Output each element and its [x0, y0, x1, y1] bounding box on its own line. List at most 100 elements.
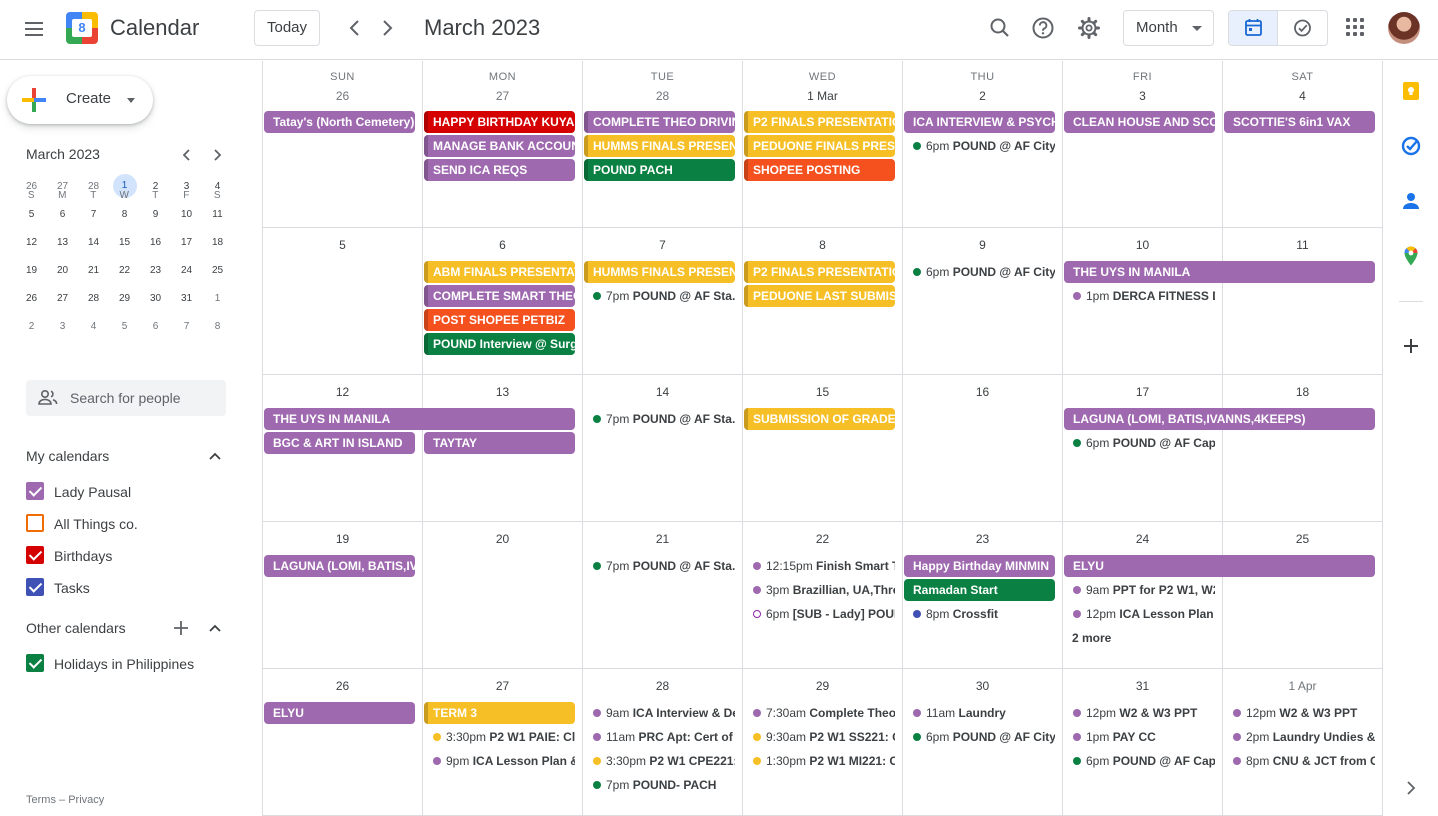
timed-event[interactable]: 7pm POUND @ AF Sta. Lucia — [583, 408, 735, 430]
timed-event[interactable]: 9am ICA Interview & Demo — [583, 702, 735, 724]
day-number[interactable]: 26 — [263, 679, 422, 693]
mini-day[interactable]: 12 — [16, 228, 47, 256]
mini-day[interactable]: 3 — [47, 312, 78, 340]
all-day-event[interactable]: P2 FINALS PRESENTATION — [744, 261, 895, 283]
day-number[interactable]: 5 — [263, 238, 422, 252]
day-number[interactable]: 3 — [1063, 89, 1222, 103]
all-day-event[interactable]: ELYU — [1064, 555, 1375, 577]
all-day-event[interactable]: CLEAN HOUSE AND SCOOP — [1064, 111, 1215, 133]
day-cell[interactable]: SUN 26 — [263, 61, 423, 228]
privacy-link[interactable]: Privacy — [68, 794, 104, 806]
mini-day[interactable]: 15 — [109, 228, 140, 256]
my-calendar-item[interactable]: All Things co. — [26, 508, 226, 540]
all-day-event[interactable]: PEDUONE LAST SUBMISSION — [744, 285, 895, 307]
all-day-event[interactable]: ICA INTERVIEW & PSYCH — [904, 111, 1055, 133]
mini-day[interactable]: 7 — [171, 312, 202, 340]
mini-day[interactable]: 5 — [109, 312, 140, 340]
all-day-event[interactable]: HAPPY BIRTHDAY KUYA — [424, 111, 575, 133]
mini-prev-button[interactable] — [177, 145, 197, 170]
all-day-event[interactable]: COMPLETE SMART THEO — [424, 285, 575, 307]
mini-day[interactable]: 13 — [47, 228, 78, 256]
day-number[interactable]: 9 — [903, 238, 1062, 252]
timed-event[interactable]: 9am PPT for P2 W1, W2 — [1063, 579, 1215, 601]
mini-day[interactable]: 22 — [109, 256, 140, 284]
mini-day[interactable]: 31 — [171, 284, 202, 312]
day-number[interactable]: 16 — [903, 385, 1062, 399]
day-number[interactable]: 20 — [423, 532, 582, 546]
terms-link[interactable]: Terms — [26, 794, 56, 806]
calendar-checkbox[interactable] — [26, 578, 44, 596]
add-other-calendar-button[interactable] — [171, 618, 191, 638]
other-calendar-item[interactable]: Holidays in Philippines — [26, 648, 226, 680]
all-day-event[interactable]: SEND ICA REQS — [424, 159, 575, 181]
apps-icon[interactable] — [1346, 18, 1366, 38]
all-day-event[interactable]: MANAGE BANK ACCOUNT — [424, 135, 575, 157]
all-day-event[interactable]: PEDUONE FINALS PRESENTATION — [744, 135, 895, 157]
day-number[interactable]: 21 — [583, 532, 742, 546]
day-number[interactable]: 1 Mar — [743, 89, 902, 103]
calendar-checkbox[interactable] — [26, 514, 44, 532]
search-button[interactable] — [980, 8, 1020, 48]
all-day-event[interactable]: BGC & ART IN ISLAND — [264, 432, 415, 454]
mini-day[interactable]: 27 — [47, 284, 78, 312]
day-number[interactable]: 23 — [903, 532, 1062, 546]
day-cell[interactable]: 19 — [263, 522, 423, 669]
all-day-event[interactable]: Happy Birthday MINMIN — [904, 555, 1055, 577]
day-number[interactable]: 18 — [1223, 385, 1382, 399]
mini-day[interactable]: 6 — [140, 312, 171, 340]
mini-day[interactable]: 21 — [78, 256, 109, 284]
day-number[interactable]: 17 — [1063, 385, 1222, 399]
all-day-event[interactable]: P2 FINALS PRESENTATION — [744, 111, 895, 133]
day-cell[interactable]: 25 — [1223, 522, 1383, 669]
all-day-event[interactable]: Tatay's (North Cemetery) — [264, 111, 415, 133]
avatar[interactable] — [1388, 12, 1420, 44]
my-calendar-item[interactable]: Lady Pausal — [26, 476, 226, 508]
all-day-event[interactable]: TAYTAY — [424, 432, 575, 454]
timed-event[interactable]: 7pm POUND @ AF Sta. Lucia — [583, 285, 735, 307]
all-day-event[interactable]: THE UYS IN MANILA — [264, 408, 575, 430]
timed-event[interactable]: 7pm POUND- PACH — [583, 774, 735, 796]
calendar-checkbox[interactable] — [26, 654, 44, 672]
menu-icon[interactable] — [22, 18, 46, 42]
timed-event[interactable]: 1:30pm P2 W1 MI221: C — [743, 750, 895, 772]
calendar-checkbox[interactable] — [26, 482, 44, 500]
all-day-event[interactable]: POUND PACH — [584, 159, 735, 181]
day-cell[interactable]: 20 — [423, 522, 583, 669]
mini-day[interactable]: 23 — [140, 256, 171, 284]
mini-next-button[interactable] — [207, 145, 227, 170]
mini-day[interactable]: 19 — [16, 256, 47, 284]
mini-day[interactable]: 30 — [140, 284, 171, 312]
mini-day[interactable]: 2 — [16, 312, 47, 340]
all-day-event[interactable]: SHOPEE POSTING — [744, 159, 895, 181]
calendar-checkbox[interactable] — [26, 546, 44, 564]
previous-period-button[interactable] — [340, 13, 370, 43]
day-number[interactable]: 28 — [583, 679, 742, 693]
day-number[interactable]: 14 — [583, 385, 742, 399]
timed-event[interactable]: 12pm ICA Lesson Plan & — [1063, 603, 1215, 625]
all-day-event[interactable]: Ramadan Start — [904, 579, 1055, 601]
timed-event[interactable]: 7:30am Complete Theo — [743, 702, 895, 724]
mini-day[interactable]: 28 — [78, 284, 109, 312]
collapse-my-calendars-button[interactable] — [205, 446, 225, 466]
all-day-event[interactable]: SCOTTIE'S 6in1 VAX — [1224, 111, 1375, 133]
contacts-icon[interactable] — [1400, 190, 1422, 212]
timed-event[interactable]: 1pm PAY CC — [1063, 726, 1215, 748]
day-number[interactable]: 30 — [903, 679, 1062, 693]
mini-day[interactable]: 4 — [78, 312, 109, 340]
my-calendar-item[interactable]: Tasks — [26, 572, 226, 604]
timed-event[interactable]: 2pm Laundry Undies & Work — [1223, 726, 1375, 748]
day-cell[interactable]: 9 — [903, 228, 1063, 375]
today-button[interactable]: Today — [254, 10, 320, 46]
collapse-other-calendars-button[interactable] — [205, 618, 225, 638]
timed-event[interactable]: 11am Laundry — [903, 702, 1055, 724]
all-day-event[interactable]: THE UYS IN MANILA — [1064, 261, 1375, 283]
timed-event[interactable]: 3pm Brazillian, UA,Threading — [743, 579, 895, 601]
people-search-input[interactable]: Search for people — [26, 380, 226, 416]
timed-event[interactable]: 12pm W2 & W3 PPT — [1223, 702, 1375, 724]
day-cell[interactable]: 15 — [743, 375, 903, 522]
day-number[interactable]: 1 Apr — [1223, 679, 1382, 693]
day-number[interactable]: 19 — [263, 532, 422, 546]
all-day-event[interactable]: COMPLETE THEO DRIVING — [584, 111, 735, 133]
mini-day[interactable]: 18 — [202, 228, 233, 256]
all-day-event[interactable]: POST SHOPEE PETBIZ — [424, 309, 575, 331]
